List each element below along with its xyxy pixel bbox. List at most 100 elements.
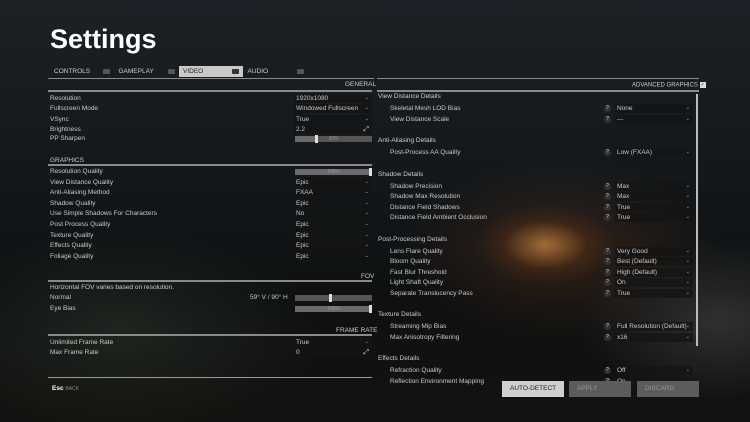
frame-rate-header: FRAME RATE	[336, 327, 378, 334]
use-simple-shadows-for-characters-label: Use Simple Shadows For Characters	[50, 210, 157, 218]
anti-aliasing-method-dropdown[interactable]: FXAA ⌄	[294, 188, 372, 198]
slider-thumb[interactable]	[328, 294, 332, 302]
shadow-max-resolution-dropdown[interactable]: Max ⌄	[615, 192, 693, 201]
skeletal-mesh-lod-bias-row: Skeletal Mesh LOD Bias? None ⌄	[378, 104, 694, 114]
help-icon[interactable]: ?	[604, 105, 611, 112]
resolution-quality-slider[interactable]: 100%	[295, 168, 372, 176]
separate-translucency-pass-dropdown[interactable]: True ⌄	[615, 288, 693, 298]
texture-quality-dropdown[interactable]: Epic ⌄	[294, 230, 372, 240]
bloom-quality-dropdown[interactable]: Best (Default) ⌄	[615, 257, 693, 266]
view-distance-scale-dropdown[interactable]: --- ⌄	[615, 114, 693, 124]
slider-thumb[interactable]	[315, 135, 319, 143]
refraction-quality-dropdown[interactable]: Off ⌄	[615, 366, 693, 375]
chevron-down-icon: ⌄	[685, 214, 690, 220]
fast-blur-threshold-row: Fast Blur Threshold? High (Default) ⌄	[378, 267, 694, 278]
chevron-down-icon: ⌄	[685, 203, 690, 210]
divider	[48, 334, 372, 336]
lens-flare-quality-dropdown[interactable]: Very Good ⌄	[615, 246, 693, 256]
effects-quality-label: Effects Quality	[50, 242, 92, 250]
vsync-dropdown[interactable]: True ⌄	[294, 115, 372, 124]
max-anisotropy-filtering-dropdown[interactable]: x16 ⌄	[615, 332, 693, 342]
max-frame-rate-input[interactable]: 0 ⤢	[294, 348, 372, 357]
resolution-row: Resolution 1920x1080 ⌄	[50, 94, 372, 104]
help-icon[interactable]: ?	[604, 268, 611, 276]
separate-translucency-pass-row: Separate Translucency Pass? True ⌄	[378, 288, 694, 299]
refraction-quality-label: Refraction Quality	[390, 367, 442, 374]
skeletal-mesh-lod-bias-value: None	[617, 105, 633, 112]
vsync-row: VSync True ⌄	[50, 115, 372, 125]
advanced-graphics-toggle[interactable]: ADVANCED GRAPHICS ✓	[632, 82, 706, 89]
chevron-down-icon: ⌄	[364, 210, 369, 217]
skeletal-mesh-lod-bias-dropdown[interactable]: None ⌄	[615, 104, 693, 113]
eye-bias-value: 100%	[327, 306, 340, 312]
help-icon[interactable]: ?	[604, 115, 611, 123]
streaming-mip-bias-dropdown[interactable]: Full Resolution (Default) ⌄	[615, 322, 693, 331]
brightness-input[interactable]: 2.2 ⤢	[294, 125, 372, 134]
pp-sharpen-slider[interactable]: 30%	[295, 135, 372, 143]
scrollbar[interactable]	[696, 94, 698, 346]
fov-header: FOV	[361, 273, 375, 280]
chevron-down-icon: ⌄	[685, 333, 690, 340]
tab-controls[interactable]: CONTROLS	[50, 66, 114, 77]
unlimited-frame-rate-row: Unlimited Frame Rate True ⌄	[50, 338, 372, 348]
help-icon[interactable]: ?	[604, 367, 611, 374]
help-icon[interactable]: ?	[604, 182, 611, 190]
slider-thumb[interactable]	[369, 168, 372, 176]
post-process-quality-row: Post Process Quality Epic ⌄	[50, 220, 372, 230]
fast-blur-threshold-value: High (Default)	[617, 268, 658, 276]
chevron-down-icon: ⌄	[364, 221, 369, 227]
slider-thumb[interactable]	[369, 305, 372, 313]
use-simple-shadows-for-characters-value: No	[296, 210, 305, 218]
effects-quality-dropdown[interactable]: Epic ⌄	[294, 241, 372, 251]
help-icon[interactable]: ?	[604, 323, 611, 330]
help-icon[interactable]: ?	[604, 193, 611, 200]
bloom-quality-row: Bloom Quality? Best (Default) ⌄	[378, 257, 694, 267]
discard-button[interactable]: DISCARD	[637, 381, 699, 397]
help-icon[interactable]: ?	[604, 203, 611, 211]
bloom-quality-value: Best (Default)	[617, 258, 657, 265]
fov-normal-slider[interactable]	[295, 294, 372, 302]
distance-field-shadows-dropdown[interactable]: True ⌄	[615, 202, 693, 212]
light-shaft-quality-dropdown[interactable]: On ⌄	[615, 278, 693, 287]
help-icon[interactable]: ?	[604, 149, 611, 156]
tab-audio[interactable]: AUDIO	[244, 66, 308, 77]
eye-bias-slider[interactable]: 100%	[295, 305, 372, 313]
help-icon[interactable]: ?	[604, 289, 611, 297]
unlimited-frame-rate-dropdown[interactable]: True ⌄	[294, 338, 372, 347]
vsync-value: True	[296, 116, 310, 123]
tab-gameplay[interactable]: GAMEPLAY	[115, 66, 179, 77]
distance-field-ambient-occlusion-dropdown[interactable]: True ⌄	[615, 213, 693, 222]
graphics-header: GRAPHICS	[50, 157, 84, 164]
shadow-precision-row: Shadow Precision? Max ⌄	[378, 181, 694, 192]
fullscreen-mode-dropdown[interactable]: Windowed Fullscreen ⌄	[294, 104, 372, 113]
foliage-quality-dropdown[interactable]: Epic ⌄	[294, 251, 372, 261]
streaming-mip-bias-value: Full Resolution (Default)	[617, 323, 687, 330]
apply-button[interactable]: APPLY	[569, 381, 631, 397]
help-icon[interactable]: ?	[604, 333, 611, 341]
view-distance-quality-dropdown[interactable]: Epic ⌄	[294, 177, 372, 187]
post-process-aa-quality-dropdown[interactable]: Low (FXAA) ⌄	[615, 148, 693, 157]
help-icon[interactable]: ?	[604, 279, 611, 286]
chevron-down-icon: ⌄	[364, 105, 369, 111]
help-icon[interactable]: ?	[604, 258, 611, 265]
unlimited-frame-rate-value: True	[296, 339, 310, 346]
auto-detect-button[interactable]: AUTO-DETECT	[502, 381, 564, 397]
view-distance-scale-value: ---	[617, 115, 624, 123]
resolution-dropdown[interactable]: 1920x1080 ⌄	[294, 94, 372, 103]
post-process-quality-dropdown[interactable]: Epic ⌄	[294, 220, 372, 229]
chevron-down-icon: ⌄	[685, 323, 690, 329]
help-icon[interactable]: ?	[604, 247, 611, 255]
chevron-down-icon: ⌄	[685, 279, 690, 285]
checkbox-icon[interactable]: ✓	[699, 82, 706, 88]
use-simple-shadows-for-characters-dropdown[interactable]: No ⌄	[294, 209, 372, 219]
reflection-environment-mapping-label: Reflection Environment Mapping	[390, 377, 484, 385]
view-distance-quality-row: View Distance Quality Epic ⌄	[50, 177, 372, 188]
bloom-quality-label: Bloom Quality	[390, 258, 431, 265]
tab-video[interactable]: VIDEO	[179, 66, 243, 77]
shadow-quality-dropdown[interactable]: Epic ⌄	[294, 198, 372, 208]
fov-normal-label: Normal	[50, 294, 71, 301]
shadow-precision-dropdown[interactable]: Max ⌄	[615, 181, 693, 191]
help-icon[interactable]: ?	[604, 214, 611, 221]
fast-blur-threshold-dropdown[interactable]: High (Default) ⌄	[615, 267, 693, 277]
back-button[interactable]: Esc BACK	[52, 385, 79, 392]
